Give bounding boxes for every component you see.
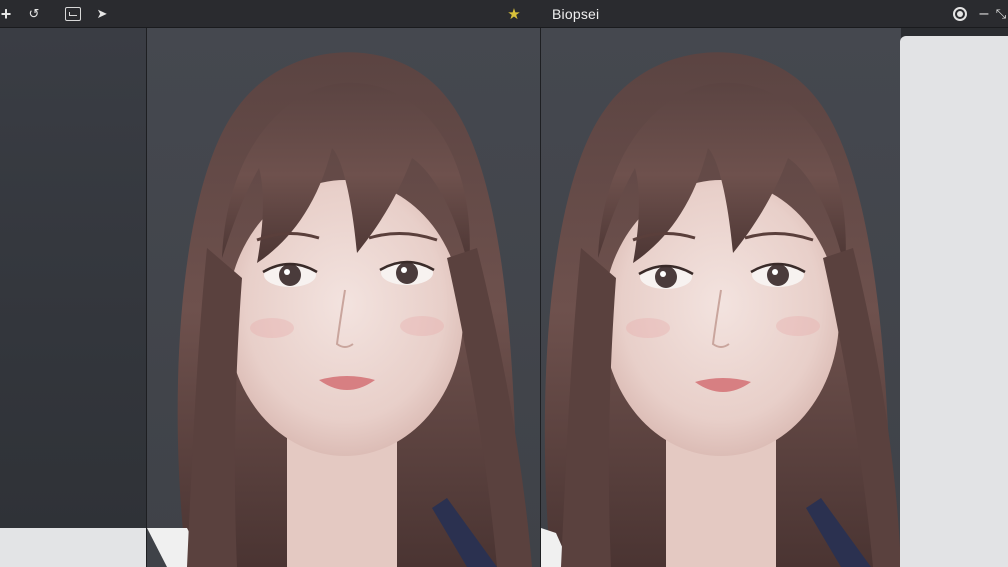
portrait-image-left	[147, 52, 532, 567]
left-image-viewport[interactable]	[146, 28, 540, 567]
frame-button[interactable]	[62, 4, 84, 24]
minimize-icon: –	[979, 5, 989, 22]
plus-icon: +	[0, 3, 12, 24]
collapse-button[interactable]: ⤡	[994, 4, 1008, 24]
minimize-button[interactable]: –	[978, 4, 990, 24]
panel-title: Biopsei	[552, 6, 600, 22]
toggle-button[interactable]	[950, 4, 970, 24]
right-image-viewport[interactable]	[540, 28, 901, 567]
top-toolbar: + ↺ ➤ ★ Biopsei – ⤡	[0, 0, 1008, 28]
favorite-button[interactable]: ★	[506, 4, 522, 24]
pointer-button[interactable]: ➤	[94, 4, 110, 24]
undo-button[interactable]: ↺	[28, 4, 40, 24]
toggle-icon	[953, 7, 967, 21]
portrait-image-right	[541, 52, 901, 567]
pointer-icon: ➤	[96, 6, 108, 21]
right-properties-panel	[900, 36, 1008, 567]
left-sidebar-panel	[0, 28, 146, 528]
collapse-icon: ⤡	[995, 6, 1007, 21]
frame-icon	[65, 7, 81, 21]
left-sidebar-footer	[0, 528, 146, 567]
undo-icon: ↺	[28, 6, 40, 21]
add-button[interactable]: +	[0, 4, 12, 24]
star-icon: ★	[507, 6, 521, 23]
